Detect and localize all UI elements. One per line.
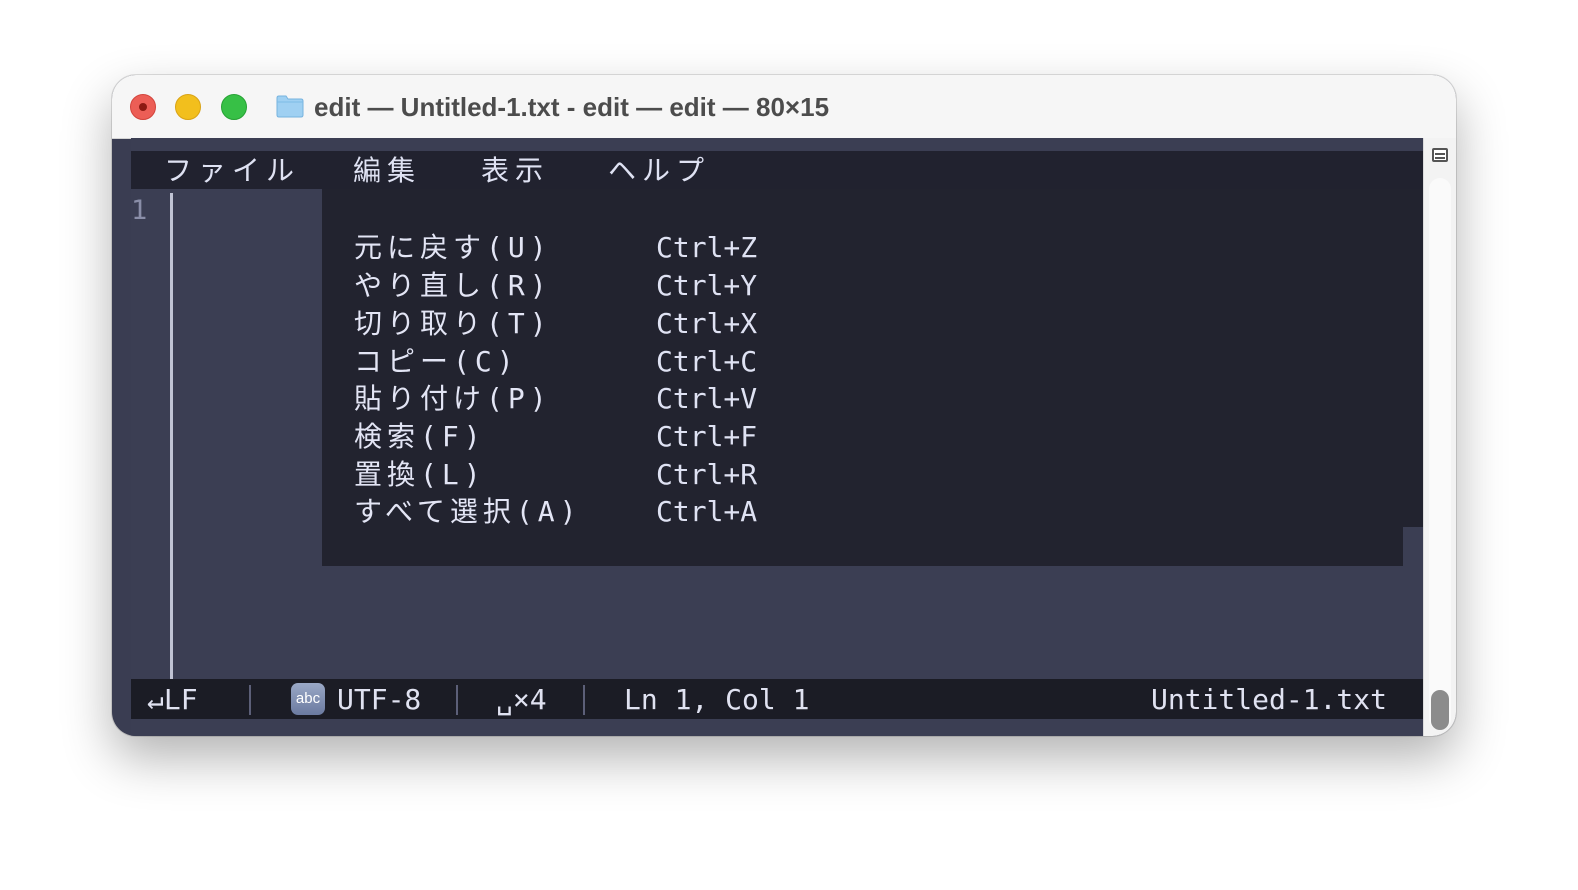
menu-item-label: 検索(F) (354, 420, 486, 453)
menu-item-find[interactable]: 検索(F) Ctrl+F (354, 419, 774, 455)
status-divider (456, 685, 458, 715)
scroll-track[interactable] (1429, 178, 1451, 730)
encoding-indicator[interactable]: UTF-8 (337, 679, 421, 719)
indent-indicator[interactable]: ␣×4 (496, 679, 547, 719)
terminal-content[interactable]: ファイル 編集 表示 ヘルプ 1 元に戻す(U) Ctrl+Z やり直し(R) … (131, 138, 1423, 736)
filename-indicator[interactable]: Untitled-1.txt (1151, 679, 1387, 719)
menu-item-label: やり直し(R) (354, 269, 552, 302)
menu-item-shortcut: Ctrl+A (656, 495, 758, 528)
scroll-marker-icon[interactable] (1432, 148, 1448, 162)
edit-menu-dropdown: 元に戻す(U) Ctrl+Z やり直し(R) Ctrl+Y 切り取り(T) Ct… (322, 189, 1403, 566)
menu-item-label: コピー(C) (354, 345, 519, 378)
menu-file[interactable]: ファイル (164, 151, 300, 189)
menu-item-label: 切り取り(T) (354, 307, 552, 340)
menu-edit[interactable]: 編集 (353, 151, 422, 189)
menu-item-redo[interactable]: やり直し(R) Ctrl+Y (354, 268, 774, 304)
scroll-thumb[interactable] (1431, 690, 1449, 730)
zoom-icon[interactable] (221, 94, 247, 120)
menu-item-shortcut: Ctrl+Z (656, 231, 758, 264)
menu-item-cut[interactable]: 切り取り(T) Ctrl+X (354, 306, 774, 342)
menu-item-shortcut: Ctrl+V (656, 382, 758, 415)
menu-item-label: 置換(L) (354, 458, 486, 491)
terminal-window: edit — Untitled-1.txt - edit — edit — 80… (112, 75, 1456, 736)
menu-item-replace[interactable]: 置換(L) Ctrl+R (354, 457, 774, 493)
minimize-icon[interactable] (175, 94, 201, 120)
menu-item-select-all[interactable]: すべて選択(A) Ctrl+A (354, 494, 774, 530)
menu-help[interactable]: ヘルプ (608, 151, 710, 189)
menu-item-label: 貼り付け(P) (354, 382, 552, 415)
menu-item-shortcut: Ctrl+C (656, 345, 758, 378)
line-number: 1 (131, 195, 148, 226)
cursor-position[interactable]: Ln 1, Col 1 (624, 679, 809, 719)
gutter-divider (170, 193, 173, 681)
dropdown-edge (1403, 189, 1423, 527)
menu-item-label: すべて選択(A) (354, 495, 582, 528)
scrollbar[interactable] (1423, 138, 1456, 736)
title-bar: edit — Untitled-1.txt - edit — edit — 80… (112, 75, 1456, 139)
menu-item-shortcut: Ctrl+Y (656, 269, 758, 302)
close-icon[interactable] (130, 94, 156, 120)
menu-view[interactable]: 表示 (481, 151, 549, 189)
status-divider (583, 685, 585, 715)
menu-item-shortcut: Ctrl+F (656, 420, 758, 453)
menu-item-paste[interactable]: 貼り付け(P) Ctrl+V (354, 381, 774, 417)
folder-icon (276, 95, 304, 118)
menu-item-shortcut: Ctrl+X (656, 307, 758, 340)
menu-item-shortcut: Ctrl+R (656, 458, 758, 491)
window-title: edit — Untitled-1.txt - edit — edit — 80… (314, 92, 830, 122)
menu-item-copy[interactable]: コピー(C) Ctrl+C (354, 344, 774, 380)
line-ending-indicator[interactable]: ↵LF (147, 679, 198, 719)
menu-item-label: 元に戻す(U) (354, 231, 552, 264)
menu-bar: ファイル 編集 表示 ヘルプ (131, 151, 1423, 189)
menu-item-undo[interactable]: 元に戻す(U) Ctrl+Z (354, 230, 774, 266)
encoding-icon: abc (291, 683, 325, 715)
status-divider (249, 685, 251, 715)
status-bar: ↵LF abc UTF-8 ␣×4 Ln 1, Col 1 Untitled-1… (131, 679, 1423, 719)
